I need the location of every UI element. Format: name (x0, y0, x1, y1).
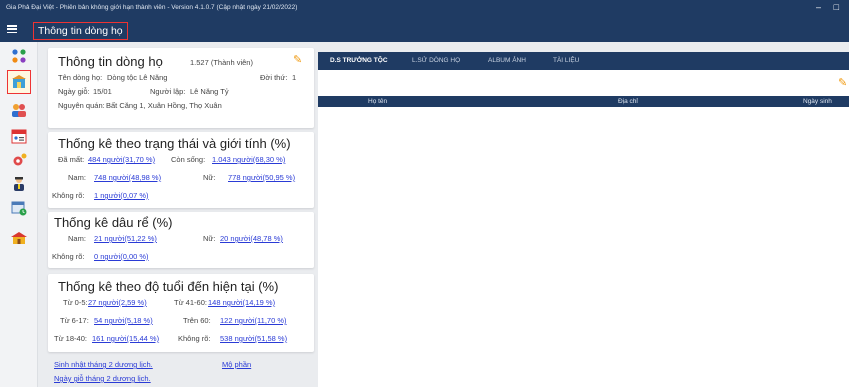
birthday-link[interactable]: Sinh nhật tháng 2 dương lịch. (54, 360, 153, 369)
member-count: 1.527 (Thành viên) (190, 58, 253, 67)
age-stats-title: Thống kê theo độ tuổi đến hiện tại (%) (58, 279, 279, 294)
male-label: Nam: (68, 173, 86, 182)
family-tree-icon[interactable] (9, 46, 29, 66)
clan-info-icon[interactable] (7, 70, 31, 94)
clan-info-title: Thông tin dòng họ (58, 54, 163, 69)
female-label: Nữ: (203, 173, 216, 182)
unknown-link[interactable]: 1 người(0,07 %) (94, 191, 149, 200)
founder-value: Lê Năng Tỷ (190, 87, 229, 96)
death-day-value: 15/01 (93, 87, 112, 96)
title-bar: Gia Phả Đại Việt - Phiên bản không giới … (0, 0, 849, 42)
inlaw-female-link[interactable]: 20 người(48,78 %) (220, 234, 283, 243)
clan-name-value: Dòng tộc Lê Năng (107, 73, 168, 82)
death-day-label: Ngày giỗ: (58, 87, 90, 96)
clan-name-label: Tên dòng họ: (58, 73, 103, 82)
column-name[interactable]: Họ tên (368, 98, 387, 105)
heritage-icon[interactable] (9, 228, 29, 248)
left-nav (0, 42, 38, 387)
age-6-17-link[interactable]: 54 người(5,18 %) (94, 316, 153, 325)
status-stats-title: Thống kê theo trạng thái và giới tính (%… (58, 136, 291, 151)
inlaw-stats-card: Thống kê dâu rể (%) Nam: 21 người(51,22 … (48, 212, 314, 268)
deceased-link[interactable]: 484 người(31,70 %) (88, 155, 155, 164)
age-0-5-link[interactable]: 27 người(2,59 %) (88, 298, 147, 307)
inlaw-unknown-label: Không rõ: (52, 252, 85, 261)
inlaw-male-label: Nam: (68, 234, 86, 243)
age-60-link[interactable]: 122 người(11,70 %) (220, 316, 287, 325)
age-unknown-link[interactable]: 538 người(51,58 %) (220, 334, 287, 343)
age-41-60-label: Từ 41-60: (174, 298, 207, 307)
table-header: Họ tên Địa chỉ Ngày sinh (318, 96, 849, 107)
tab-bar: D.S TRƯỞNG TỘC L.SỬ DÒNG HỌ ALBUM ẢNH TÀ… (318, 52, 849, 70)
settings-icon[interactable] (9, 150, 29, 170)
tab-documents[interactable]: TÀI LIỆU (553, 57, 579, 64)
female-link[interactable]: 778 người(50,95 %) (228, 173, 295, 182)
inlaw-stats-title: Thống kê dâu rể (%) (54, 215, 173, 230)
deathday-link[interactable]: Ngày giỗ tháng 2 dương lịch. (54, 374, 151, 383)
maximize-button[interactable]: □ (834, 2, 839, 12)
age-0-5-label: Từ 0-5: (63, 298, 88, 307)
members-icon[interactable] (9, 100, 29, 120)
age-18-40-label: Từ 18-40: (54, 334, 87, 343)
age-unknown-label: Không rõ: (178, 334, 211, 343)
age-41-60-link[interactable]: 148 người(14,19 %) (208, 298, 275, 307)
hamburger-icon[interactable] (7, 25, 17, 34)
inlaw-male-link[interactable]: 21 người(51,22 %) (94, 234, 157, 243)
graves-link[interactable]: Mộ phần (222, 360, 251, 369)
clan-info-card: Thông tin dòng họ 1.527 (Thành viên) ✎ T… (48, 48, 314, 128)
calendar-icon[interactable] (9, 126, 29, 146)
origin-value: Bất Căng 1, Xuân Hồng, Thọ Xuân (106, 101, 222, 110)
column-birthdate[interactable]: Ngày sinh (803, 98, 832, 105)
tab-clan-heads[interactable]: D.S TRƯỞNG TỘC (330, 57, 388, 64)
generation-value: 1 (292, 73, 297, 82)
window-controls: – □ (806, 2, 839, 12)
male-link[interactable]: 748 người(48,98 %) (94, 173, 161, 182)
page-title: Thông tin dòng họ (33, 22, 128, 40)
age-18-40-link[interactable]: 161 người(15,44 %) (92, 334, 159, 343)
pencil-icon[interactable]: ✎ (838, 76, 847, 89)
status-stats-card: Thống kê theo trạng thái và giới tính (%… (48, 132, 314, 208)
person-icon[interactable] (9, 174, 29, 194)
inlaw-unknown-link[interactable]: 0 người(0,00 %) (94, 252, 149, 261)
founder-label: Người lập: (150, 87, 186, 96)
deceased-label: Đã mất: (58, 155, 85, 164)
origin-label: Nguyên quán: (58, 101, 105, 110)
age-60-label: Trên 60: (183, 316, 211, 325)
age-6-17-label: Từ 6-17: (60, 316, 89, 325)
column-address[interactable]: Địa chỉ (618, 98, 638, 105)
app-title: Gia Phả Đại Việt - Phiên bản không giới … (6, 4, 298, 11)
pencil-icon[interactable]: ✎ (293, 53, 302, 66)
unknown-label: Không rõ: (52, 191, 85, 200)
alive-link[interactable]: 1.043 người(68,30 %) (212, 155, 285, 164)
minimize-button[interactable]: – (816, 2, 821, 12)
right-panel: D.S TRƯỞNG TỘC L.SỬ DÒNG HỌ ALBUM ẢNH TÀ… (318, 52, 849, 387)
tab-clan-history[interactable]: L.SỬ DÒNG HỌ (412, 57, 460, 64)
age-stats-card: Thống kê theo độ tuổi đến hiện tại (%) T… (48, 274, 314, 352)
alive-label: Còn sống: (171, 155, 206, 164)
schedule-icon[interactable] (9, 198, 29, 218)
inlaw-female-label: Nữ: (203, 234, 216, 243)
tab-album[interactable]: ALBUM ẢNH (488, 57, 526, 64)
generation-label: Đời thứ: (260, 73, 288, 82)
